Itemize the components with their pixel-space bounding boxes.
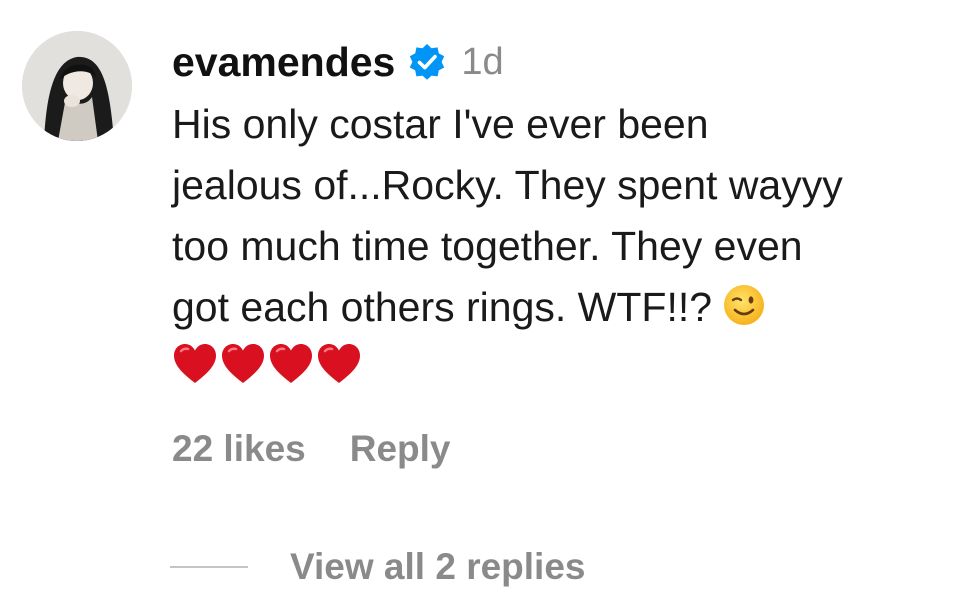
avatar[interactable]: [22, 31, 132, 141]
reply-button[interactable]: Reply: [350, 428, 451, 470]
comment: evamendes 1d His only costar I've ever b…: [172, 34, 959, 392]
winking-face-icon: [722, 283, 766, 327]
red-heart-icon: [222, 344, 264, 383]
comment-text-line-last: got each others rings. WTF!!?: [172, 277, 959, 338]
red-heart-icon: [174, 344, 216, 383]
view-replies[interactable]: View all 2 replies: [170, 542, 586, 592]
hearts-row: [172, 336, 959, 392]
red-heart-icon: [318, 344, 360, 383]
verified-badge-icon: [407, 42, 447, 82]
comment-header: evamendes 1d: [172, 34, 959, 90]
likes-count[interactable]: 22 likes: [172, 428, 306, 470]
username[interactable]: evamendes: [172, 39, 395, 86]
comment-text-line: too much time together. They even: [172, 223, 803, 269]
comment-text: His only costar I've ever been jealous o…: [172, 94, 959, 338]
replies-divider: [170, 566, 248, 568]
comment-actions: 22 likes Reply: [172, 428, 451, 470]
avatar-photo: [22, 31, 132, 141]
comment-text-line-content: got each others rings. WTF!!?: [172, 284, 713, 330]
comment-text-line: jealous of...Rocky. They spent wayyy: [172, 162, 843, 208]
red-heart-icon: [270, 344, 312, 383]
view-replies-button[interactable]: View all 2 replies: [290, 546, 586, 588]
comment-timestamp: 1d: [461, 40, 504, 83]
comment-text-line: His only costar I've ever been: [172, 101, 709, 147]
